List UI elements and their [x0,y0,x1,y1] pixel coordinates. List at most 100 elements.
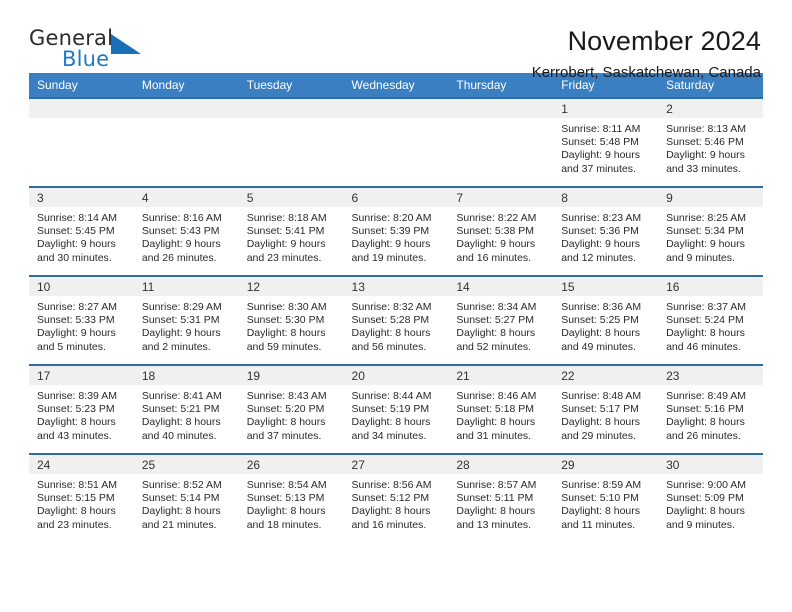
day-number: 17 [29,366,134,385]
day-number: 18 [133,366,239,385]
calendar-day-cell[interactable]: 30 Sunrise: 9:00 AM Sunset: 5:09 PM Dayligh… [658,453,763,543]
calendar-day-cell[interactable]: 1 Sunrise: 8:11 AM Sunset: 5:48 PM Daylight… [553,97,659,187]
calendar-table: Sunday Monday Tuesday Wednesday Thursday… [29,73,763,543]
calendar-day-cell[interactable]: 25 Sunrise: 8:52 AM Sunset: 5:14 PM Dayligh… [133,453,239,543]
calendar-week-row: 17 Sunrise: 8:39 AM Sunset: 5:23 PM Dayligh… [29,364,763,454]
day-detail-line: Daylight: 8 hours [666,505,745,518]
day-cell-content: 19 Sunrise: 8:43 AM Sunset: 5:20 PM Dayligh… [238,366,344,453]
day-number: 1 [553,99,659,118]
day-detail-line: Sunset: 5:12 PM [351,492,430,505]
day-detail-line: and 33 minutes. [666,162,741,175]
day-number: 25 [133,455,239,474]
day-detail-line: Sunrise: 8:34 AM [456,301,537,313]
day-cell-content: 25 Sunrise: 8:52 AM Sunset: 5:14 PM Dayligh… [133,455,239,543]
day-details: Sunrise: 8:51 AM Sunset: 5:15 PM Daylight:… [29,474,134,532]
calendar-day-cell[interactable]: 6 Sunrise: 8:20 AM Sunset: 5:39 PM Daylight… [343,186,449,276]
day-number: 19 [238,366,344,385]
day-details: Sunrise: 8:37 AM Sunset: 5:24 PM Daylight:… [658,296,763,354]
day-detail-line: Sunset: 5:38 PM [456,225,535,238]
calendar-day-cell[interactable]: 14 Sunrise: 8:34 AM Sunset: 5:27 PM Dayligh… [448,275,554,365]
calendar-day-cell[interactable]: 10 Sunrise: 8:27 AM Sunset: 5:33 PM Dayligh… [29,275,134,365]
calendar-day-cell[interactable]: 24 Sunrise: 8:51 AM Sunset: 5:15 PM Dayligh… [29,453,134,543]
calendar-day-cell[interactable]: 21 Sunrise: 8:46 AM Sunset: 5:18 PM Dayligh… [448,364,554,454]
day-details: Sunrise: 8:56 AM Sunset: 5:12 PM Daylight:… [344,474,449,532]
day-details: Sunrise: 8:27 AM Sunset: 5:33 PM Daylight:… [29,296,134,354]
weekday-header-tuesday: Tuesday [238,73,344,98]
day-detail-line: Sunset: 5:15 PM [37,492,115,505]
day-details: Sunrise: 8:20 AM Sunset: 5:39 PM Daylight:… [344,207,449,265]
calendar-day-cell[interactable]: 11 Sunrise: 8:29 AM Sunset: 5:31 PM Dayligh… [133,275,239,365]
day-details [239,118,344,123]
day-number: 4 [133,188,239,207]
calendar-day-cell[interactable]: 7 Sunrise: 8:22 AM Sunset: 5:38 PM Daylight… [448,186,554,276]
day-cell-content: 7 Sunrise: 8:22 AM Sunset: 5:38 PM Daylight… [448,188,554,275]
calendar-day-cell[interactable]: 20 Sunrise: 8:44 AM Sunset: 5:19 PM Dayligh… [343,364,449,454]
calendar-day-cell[interactable]: 26 Sunrise: 8:54 AM Sunset: 5:13 PM Dayligh… [238,453,344,543]
day-detail-line: Sunset: 5:39 PM [351,225,430,238]
day-detail-line: and 30 minutes. [37,251,112,264]
day-detail-line: Daylight: 8 hours [456,416,536,429]
day-details: Sunrise: 8:46 AM Sunset: 5:18 PM Daylight:… [448,385,553,443]
calendar-day-cell[interactable]: 22 Sunrise: 8:48 AM Sunset: 5:17 PM Dayligh… [553,364,659,454]
day-number: 20 [343,366,449,385]
day-detail-line: Sunset: 5:36 PM [561,225,639,238]
day-cell-content: 6 Sunrise: 8:20 AM Sunset: 5:39 PM Daylight… [343,188,449,275]
day-detail-line: and 9 minutes. [666,251,735,264]
day-detail-line: Sunset: 5:17 PM [561,403,639,416]
day-detail-line: Daylight: 9 hours [561,149,641,162]
calendar-day-cell[interactable]: 12 Sunrise: 8:30 AM Sunset: 5:30 PM Dayligh… [238,275,344,365]
calendar-week-row: 24 Sunrise: 8:51 AM Sunset: 5:15 PM Dayligh… [29,453,763,543]
calendar-day-cell[interactable]: 16 Sunrise: 8:37 AM Sunset: 5:24 PM Dayligh… [658,275,763,365]
day-number [238,99,344,118]
day-details: Sunrise: 8:49 AM Sunset: 5:16 PM Daylight:… [658,385,763,443]
day-detail-line: Sunset: 5:30 PM [246,314,325,327]
calendar-day-cell[interactable]: 17 Sunrise: 8:39 AM Sunset: 5:23 PM Dayligh… [29,364,134,454]
calendar-day-cell[interactable]: 8 Sunrise: 8:23 AM Sunset: 5:36 PM Daylight… [553,186,659,276]
calendar-day-cell[interactable]: 9 Sunrise: 8:25 AM Sunset: 5:34 PM Daylight… [658,186,763,276]
day-details: Sunrise: 8:23 AM Sunset: 5:36 PM Daylight:… [553,207,658,265]
calendar-day-cell[interactable]: 18 Sunrise: 8:41 AM Sunset: 5:21 PM Dayligh… [133,364,239,454]
day-details: Sunrise: 8:32 AM Sunset: 5:28 PM Daylight:… [344,296,449,354]
day-detail-line: and 18 minutes. [246,518,322,531]
calendar-day-cell[interactable]: 5 Sunrise: 8:18 AM Sunset: 5:41 PM Daylight… [238,186,344,276]
day-detail-line: Sunrise: 8:49 AM [666,390,747,402]
day-detail-line: Daylight: 8 hours [351,327,431,340]
day-cell-content: 10 Sunrise: 8:27 AM Sunset: 5:33 PM Dayligh… [29,277,134,364]
day-number: 21 [448,366,554,385]
day-detail-line: Daylight: 9 hours [561,238,641,251]
day-number: 16 [658,277,763,296]
day-details: Sunrise: 8:39 AM Sunset: 5:23 PM Daylight:… [29,385,134,443]
weekday-header-monday: Monday [133,73,239,98]
calendar-empty-cell [448,97,554,187]
calendar-day-cell[interactable]: 28 Sunrise: 8:57 AM Sunset: 5:11 PM Dayligh… [448,453,554,543]
day-cell-content: 11 Sunrise: 8:29 AM Sunset: 5:31 PM Dayligh… [133,277,239,364]
day-detail-line: Sunset: 5:31 PM [141,314,220,327]
day-detail-line: Daylight: 8 hours [141,505,221,518]
day-details: Sunrise: 8:18 AM Sunset: 5:41 PM Daylight:… [239,207,344,265]
day-details: Sunrise: 8:43 AM Sunset: 5:20 PM Daylight:… [239,385,344,443]
calendar-day-cell[interactable]: 23 Sunrise: 8:49 AM Sunset: 5:16 PM Dayligh… [658,364,763,454]
calendar-day-cell[interactable]: 13 Sunrise: 8:32 AM Sunset: 5:28 PM Dayligh… [343,275,449,365]
day-detail-line: and 9 minutes. [666,518,735,531]
calendar-day-cell[interactable]: 19 Sunrise: 8:43 AM Sunset: 5:20 PM Dayligh… [238,364,344,454]
day-detail-line: Daylight: 8 hours [351,505,431,518]
day-detail-line: Sunset: 5:18 PM [456,403,535,416]
day-number: 9 [658,188,763,207]
day-detail-line: Sunset: 5:41 PM [246,225,325,238]
day-detail-line: Sunset: 5:27 PM [456,314,535,327]
day-detail-line: Sunrise: 8:39 AM [37,390,117,402]
day-detail-line: Sunset: 5:33 PM [37,314,115,327]
calendar-day-cell[interactable]: 2 Sunrise: 8:13 AM Sunset: 5:46 PM Daylight… [658,97,763,187]
day-detail-line: Sunrise: 8:43 AM [246,390,327,402]
calendar-day-cell[interactable]: 4 Sunrise: 8:16 AM Sunset: 5:43 PM Daylight… [133,186,239,276]
calendar-day-cell[interactable]: 3 Sunrise: 8:14 AM Sunset: 5:45 PM Daylight… [29,186,134,276]
calendar-day-cell[interactable]: 29 Sunrise: 8:59 AM Sunset: 5:10 PM Dayligh… [553,453,659,543]
day-cell-content: 15 Sunrise: 8:36 AM Sunset: 5:25 PM Dayligh… [553,277,659,364]
calendar-day-cell[interactable]: 15 Sunrise: 8:36 AM Sunset: 5:25 PM Dayligh… [553,275,659,365]
calendar-day-cell[interactable]: 27 Sunrise: 8:56 AM Sunset: 5:12 PM Dayligh… [343,453,449,543]
day-detail-line: Sunrise: 8:46 AM [456,390,537,402]
day-details: Sunrise: 8:29 AM Sunset: 5:31 PM Daylight:… [134,296,239,354]
day-detail-line: Daylight: 8 hours [351,416,431,429]
day-detail-line: and 19 minutes. [351,251,427,264]
day-cell-content: 3 Sunrise: 8:14 AM Sunset: 5:45 PM Daylight… [29,188,134,275]
